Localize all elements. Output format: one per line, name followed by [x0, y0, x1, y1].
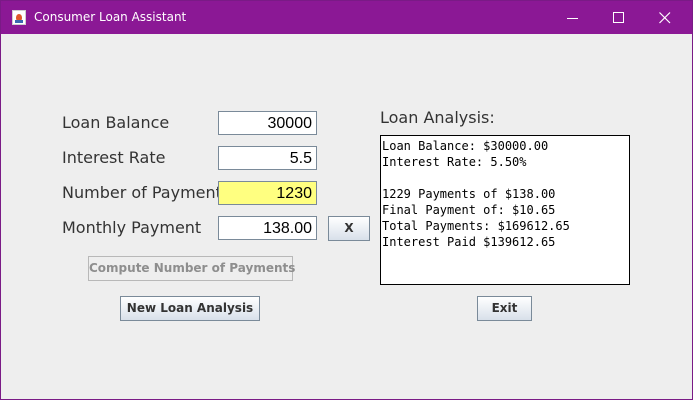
- analysis-line: Total Payments: $169612.65: [382, 219, 570, 233]
- window-title: Consumer Loan Assistant: [34, 10, 187, 24]
- monthly-payment-label: Monthly Payment: [62, 218, 202, 237]
- loan-balance-label: Loan Balance: [62, 113, 170, 132]
- analysis-line: Loan Balance: $30000.00: [382, 139, 549, 153]
- analysis-line: [382, 170, 629, 186]
- toggle-computation-button[interactable]: X: [328, 216, 370, 241]
- analysis-line: 1229 Payments of $138.00: [382, 187, 556, 201]
- exit-button[interactable]: Exit: [477, 296, 532, 321]
- loan-balance-field[interactable]: 30000: [218, 111, 317, 135]
- app-window: Consumer Loan Assistant Loan Balance Int…: [0, 0, 693, 400]
- maximize-button[interactable]: [596, 1, 642, 34]
- analysis-line: Interest Rate: 5.50%: [382, 155, 527, 169]
- maximize-icon: [613, 12, 624, 23]
- close-icon: [659, 12, 671, 24]
- new-loan-analysis-button[interactable]: New Loan Analysis: [120, 296, 260, 321]
- java-cup-icon: [12, 10, 26, 25]
- monthly-payment-field[interactable]: 138.00: [218, 216, 317, 240]
- number-of-payments-label: Number of Payments: [62, 183, 231, 202]
- compute-number-of-payments-button[interactable]: Compute Number of Payments: [88, 256, 295, 281]
- analysis-line: Final Payment of: $10.65: [382, 203, 556, 217]
- analysis-line: Interest Paid $139612.65: [382, 235, 556, 249]
- loan-analysis-heading: Loan Analysis:: [380, 108, 495, 127]
- minimize-icon: [567, 18, 578, 19]
- close-button[interactable]: [642, 1, 688, 34]
- minimize-button[interactable]: [550, 1, 596, 34]
- number-of-payments-field[interactable]: 1230: [218, 181, 317, 205]
- interest-rate-field[interactable]: 5.5: [218, 146, 317, 170]
- interest-rate-label: Interest Rate: [62, 148, 166, 167]
- title-bar[interactable]: Consumer Loan Assistant: [1, 1, 692, 34]
- loan-analysis-textarea[interactable]: Loan Balance: $30000.00 Interest Rate: 5…: [380, 135, 630, 285]
